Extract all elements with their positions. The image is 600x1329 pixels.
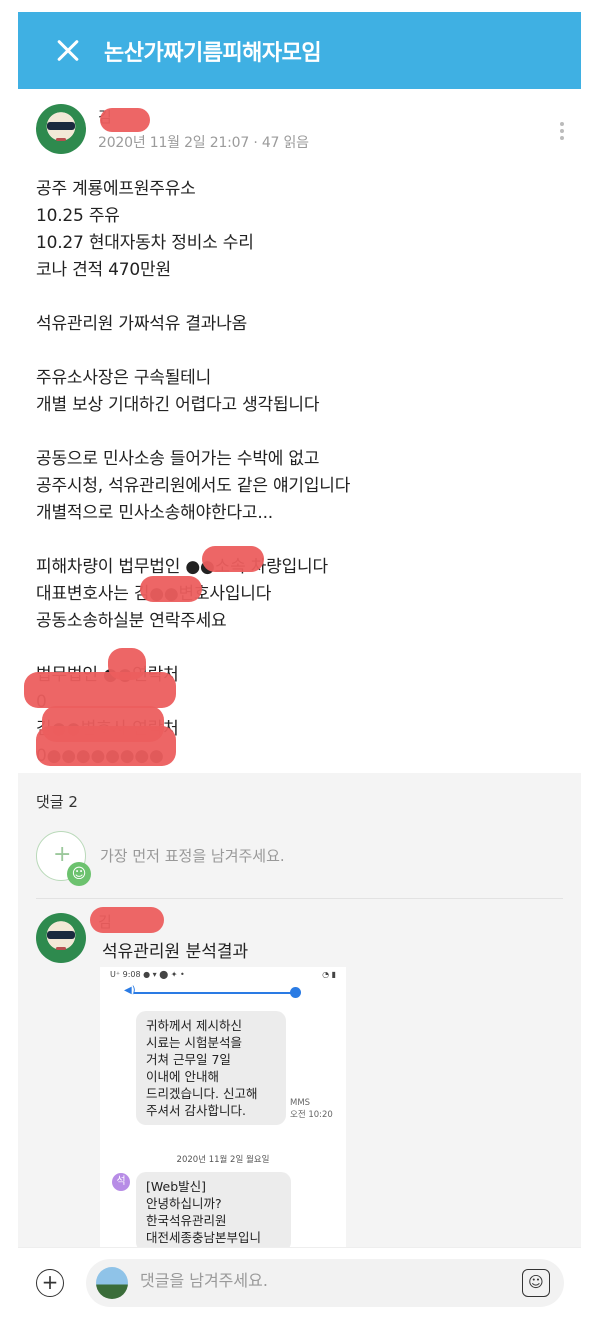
- avatar-mouth: [56, 947, 66, 950]
- post-line: 공동소송하실분 연락주세요: [36, 611, 227, 631]
- redaction-mark: [100, 108, 150, 132]
- redaction-mark: [90, 907, 164, 933]
- status-bar: U⁺ 9:08 ● ▾ ⬤ ✦ • ◔ ▮: [100, 967, 346, 982]
- post-line: 대표변호사는 김●●변호사입니다: [36, 584, 272, 604]
- avatar-glasses: [47, 931, 75, 939]
- more-options-icon[interactable]: [557, 120, 567, 142]
- date-divider: 2020년 11월 2일 월요일: [176, 1155, 270, 1165]
- post-line: 공동으로 민사소송 들어가는 수박에 없고: [36, 449, 320, 469]
- post-line: 10.25 주유: [36, 206, 120, 226]
- redaction-mark: [36, 726, 176, 766]
- avatar-glasses: [47, 122, 75, 130]
- message-meta: MMS 오전 10:20: [290, 1097, 333, 1121]
- plus-icon: +: [53, 842, 72, 867]
- attached-image[interactable]: U⁺ 9:08 ● ▾ ⬤ ✦ • ◔ ▮ ◀) 귀하께서 제시하신 시료는 시…: [100, 967, 346, 1253]
- my-avatar: [96, 1267, 128, 1299]
- message-type: MMS: [290, 1098, 311, 1108]
- post-line: 주유소사장은 구속될테니: [36, 368, 212, 388]
- volume-track: [134, 992, 294, 994]
- post: 김 2020년 11월 2일 21:07 · 47 읽음 공주 계룡에프원주유소…: [18, 90, 581, 770]
- comment-input[interactable]: [140, 1271, 500, 1290]
- comment-item: 김 석유관리원 분석결과 U⁺ 9:08 ● ▾ ⬤ ✦ • ◔ ▮ ◀) 귀하…: [36, 907, 563, 1253]
- add-reaction-button[interactable]: + ☺: [36, 831, 91, 886]
- divider: [36, 898, 563, 899]
- post-line: 석유관리원 가짜석유 결과나옴: [36, 314, 248, 334]
- volume-slider: ◀): [106, 982, 340, 1002]
- redaction-mark: [202, 546, 264, 572]
- avatar[interactable]: [36, 913, 86, 963]
- comment-input-box[interactable]: ☺: [86, 1259, 564, 1307]
- avatar-mouth: [56, 138, 66, 141]
- post-line: 공주시청, 석유관리원에서도 같은 얘기입니다: [36, 476, 351, 496]
- close-icon[interactable]: [50, 31, 90, 71]
- sender-avatar: 석: [112, 1173, 130, 1191]
- add-attachment-button[interactable]: +: [36, 1269, 64, 1297]
- post-line: 피해차량이 법무법인 ●●소속 차량입니다: [36, 557, 328, 577]
- message-time: 오전 10:20: [290, 1110, 333, 1120]
- emoji-icon[interactable]: ☺: [522, 1269, 550, 1297]
- redaction-mark: [24, 672, 176, 708]
- post-header: 김 2020년 11월 2일 21:07 · 47 읽음: [18, 90, 581, 170]
- post-line: 10.27 현대자동차 정비소 수리: [36, 233, 254, 253]
- status-left: U⁺ 9:08 ● ▾ ⬤ ✦ •: [110, 970, 185, 979]
- comment-count: 댓글 2: [36, 793, 78, 811]
- message-bubble: 귀하께서 제시하신 시료는 시험분석을 거쳐 근무일 7일 이내에 안내해 드리…: [136, 1011, 286, 1125]
- post-meta: 2020년 11월 2일 21:07 · 47 읽음: [98, 135, 309, 151]
- post-line: 공주 계룡에프원주유소: [36, 179, 196, 199]
- message-bubble: [Web발신] 안녕하십니까? 한국석유관리원 대전세종충남본부입니: [136, 1172, 291, 1252]
- top-bar: 논산가짜기름피해자모임: [18, 12, 581, 89]
- post-line: 개별적으로 민사소송해야한다고...: [36, 503, 273, 523]
- volume-knob: [290, 987, 301, 998]
- avatar[interactable]: [36, 104, 86, 154]
- emoji-reaction-row[interactable]: + ☺ 가장 먼저 표정을 남겨주세요.: [36, 831, 563, 893]
- smile-icon: ☺: [67, 862, 91, 886]
- post-line: 코나 견적 470만원: [36, 260, 171, 280]
- comment-composer: + ☺: [18, 1247, 581, 1317]
- comment-text: 석유관리원 분석결과: [102, 942, 249, 962]
- comments-section: 댓글 2 + ☺ 가장 먼저 표정을 남겨주세요. 김 석유관리원 분석결과 U…: [18, 773, 581, 1253]
- reaction-hint: 가장 먼저 표정을 남겨주세요.: [100, 847, 285, 865]
- status-right: ◔ ▮: [322, 970, 336, 979]
- post-line: 개별 보상 기대하긴 어렵다고 생각됩니다: [36, 395, 320, 415]
- page-title: 논산가짜기름피해자모임: [104, 40, 322, 66]
- volume-icon: ◀): [124, 985, 136, 996]
- redaction-mark: [140, 576, 202, 602]
